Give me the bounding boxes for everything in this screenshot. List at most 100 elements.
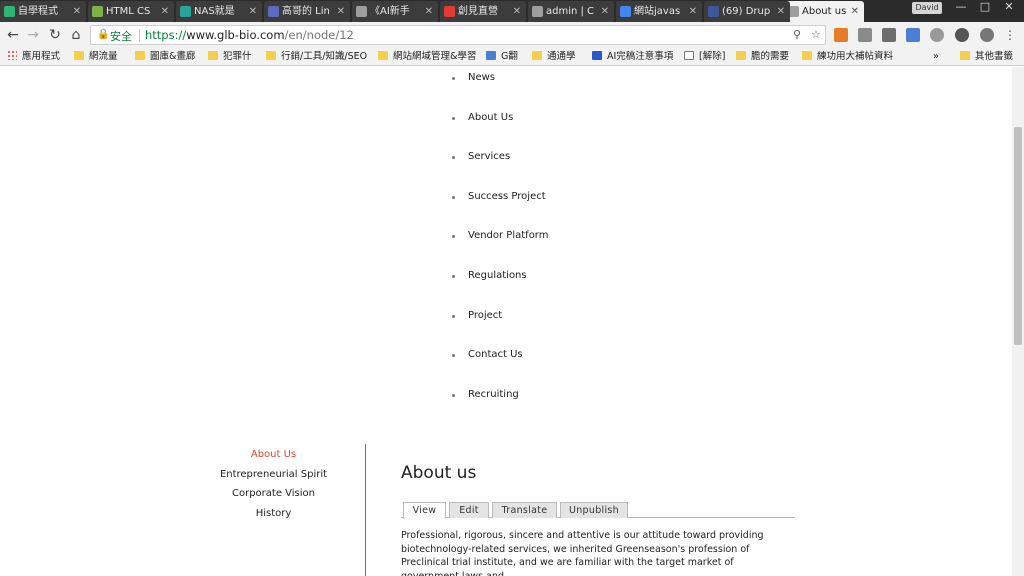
bookmark-item[interactable]: 犯罪什	[208, 50, 252, 64]
favicon-icon	[268, 6, 279, 17]
extension-contrast-icon[interactable]	[955, 28, 969, 42]
bookmark-item[interactable]: AI完稿注意事項	[592, 50, 673, 64]
browser-tab[interactable]: About us ✕	[784, 1, 864, 23]
browser-tab[interactable]: 高哥的 Lin ✕	[264, 1, 350, 22]
tab-close-icon[interactable]: ✕	[513, 1, 521, 22]
bookmark-label: 行銷/工具/知識/SEO	[281, 51, 368, 62]
sidebar-item[interactable]: Entrepreneurial Spirit	[196, 468, 351, 482]
browser-tab[interactable]: admin | C ✕	[528, 1, 614, 22]
menu-link[interactable]: Vendor Platform	[468, 227, 548, 245]
bookmark-item[interactable]: 網流量	[74, 50, 118, 64]
browser-toolbar: ← → ↻ ⌂ 🔒 安全 https://www.glb-bio.com/en/…	[0, 22, 1024, 48]
tab-view[interactable]: View	[403, 502, 446, 519]
folder-icon	[960, 51, 970, 60]
menu-link[interactable]: Contact Us	[468, 346, 523, 364]
menu-link[interactable]: Recruiting	[468, 386, 519, 404]
tab-close-icon[interactable]: ✕	[73, 1, 81, 22]
browser-tab[interactable]: 《AI新手 ✕	[352, 1, 438, 22]
tab-close-icon[interactable]: ✕	[337, 1, 345, 22]
bullet-icon	[452, 156, 455, 160]
page-scrollbar[interactable]	[1012, 67, 1024, 576]
bookmark-item[interactable]: G翻	[486, 50, 518, 64]
home-icon[interactable]: ⌂	[66, 25, 86, 45]
sidebar-item[interactable]: History	[196, 507, 351, 521]
tab-close-icon[interactable]: ✕	[249, 1, 257, 22]
tab-close-icon[interactable]: ✕	[601, 1, 609, 22]
bookmark-item[interactable]: 網站網域管理&學習	[378, 50, 476, 64]
bookmark-label: 網流量	[89, 51, 118, 62]
url-text[interactable]: https://www.glb-bio.com/en/node/12	[145, 28, 354, 42]
menu-link[interactable]: Services	[468, 148, 510, 166]
bookmark-item[interactable]: 通通學	[532, 50, 576, 64]
address-bar[interactable]: 🔒 安全 https://www.glb-bio.com/en/node/12 …	[90, 25, 826, 45]
scroll-thumb[interactable]	[1014, 127, 1022, 345]
tab-title: (69) Drup	[722, 6, 771, 17]
browser-tab[interactable]: 網站javas ✕	[616, 1, 702, 22]
folder-icon	[378, 51, 388, 60]
menu-link[interactable]: Regulations	[468, 267, 527, 285]
menu-link[interactable]: Success Project	[468, 188, 546, 206]
forward-icon[interactable]: →	[23, 25, 43, 45]
tab-edit[interactable]: Edit	[449, 502, 489, 518]
tab-title: About us	[802, 6, 847, 17]
tab-title: 創見直營	[458, 6, 498, 17]
tab-close-icon[interactable]: ✕	[161, 1, 169, 22]
folder-icon	[802, 51, 812, 60]
extension-chat-icon[interactable]	[930, 28, 944, 42]
menu-link[interactable]: News	[468, 69, 495, 87]
profile-button[interactable]: David	[912, 2, 942, 14]
bookmark-label: 網站網域管理&學習	[393, 51, 477, 62]
menu-link[interactable]: Project	[468, 307, 502, 325]
bookmark-item[interactable]: 膽的需要	[736, 50, 789, 64]
bookmark-item[interactable]: 行銷/工具/知識/SEO	[266, 50, 367, 64]
tab-unpublish[interactable]: Unpublish	[560, 502, 628, 518]
browser-tab[interactable]: (69) Drup ✕	[704, 1, 790, 22]
extension-tools-icon[interactable]	[882, 28, 896, 42]
more-bookmarks-icon[interactable]: »	[933, 50, 939, 64]
favicon-icon	[444, 6, 455, 17]
tab-title: 《AI新手	[370, 6, 410, 17]
url-path: /en/node/12	[284, 28, 354, 42]
sidebar-item[interactable]: About Us	[196, 448, 351, 462]
tab-translate[interactable]: Translate	[492, 502, 557, 518]
browser-tab[interactable]: NAS就是 ✕	[176, 1, 262, 22]
favicon-icon	[4, 6, 15, 17]
sidebar-nav: About Us Entrepreneurial Spirit Corporate …	[196, 448, 351, 526]
back-icon[interactable]: ←	[3, 25, 23, 45]
bullet-icon	[452, 195, 455, 199]
bookmark-item[interactable]: 圖庫&畫廊	[135, 50, 195, 64]
bookmark-label: 其他書籤	[975, 51, 1014, 62]
sidebar-item[interactable]: Corporate Vision	[196, 487, 351, 501]
browser-tab[interactable]: HTML CS ✕	[88, 1, 174, 22]
close-window-button[interactable]: ✕	[996, 1, 1022, 15]
browser-tab[interactable]: 創見直營 ✕	[440, 1, 526, 22]
tab-close-icon[interactable]: ✕	[689, 1, 697, 22]
menu-link[interactable]: About Us	[468, 109, 513, 127]
extension-translate-icon[interactable]	[906, 28, 920, 42]
tab-title: 自學程式	[18, 6, 58, 17]
bookmark-star-icon[interactable]: ☆	[811, 28, 821, 41]
bullet-icon	[452, 314, 455, 318]
bookmark-item[interactable]: 應用程式	[7, 50, 60, 64]
apps-icon	[7, 50, 17, 60]
minimize-button[interactable]: —	[948, 1, 974, 15]
tab-close-icon[interactable]: ✕	[425, 1, 433, 22]
extension-camera-icon[interactable]	[858, 28, 872, 42]
menu-dots-icon[interactable]: ⋮	[1000, 25, 1020, 45]
reload-icon[interactable]: ↻	[45, 25, 65, 45]
bookmark-item[interactable]: 練功用大補帖資料	[802, 50, 893, 64]
browser-tab[interactable]: 自學程式 ✕	[0, 1, 86, 22]
maximize-button[interactable]: □	[972, 1, 998, 15]
bookmark-item[interactable]: [解除]	[684, 50, 725, 64]
bullet-icon	[452, 235, 455, 239]
extension-block-icon[interactable]	[980, 28, 994, 42]
extension-key-icon[interactable]	[834, 28, 848, 42]
search-icon[interactable]: ⚲	[793, 28, 801, 41]
bookmark-label: 膽的需要	[751, 51, 790, 62]
folder-icon	[736, 51, 746, 60]
bookmark-item[interactable]: 其他書籤	[960, 50, 1013, 64]
bookmark-label: AI完稿注意事項	[607, 51, 674, 62]
folder-icon	[266, 51, 276, 60]
tab-close-icon[interactable]: ✕	[777, 1, 785, 22]
tab-close-icon[interactable]: ✕	[851, 1, 859, 22]
